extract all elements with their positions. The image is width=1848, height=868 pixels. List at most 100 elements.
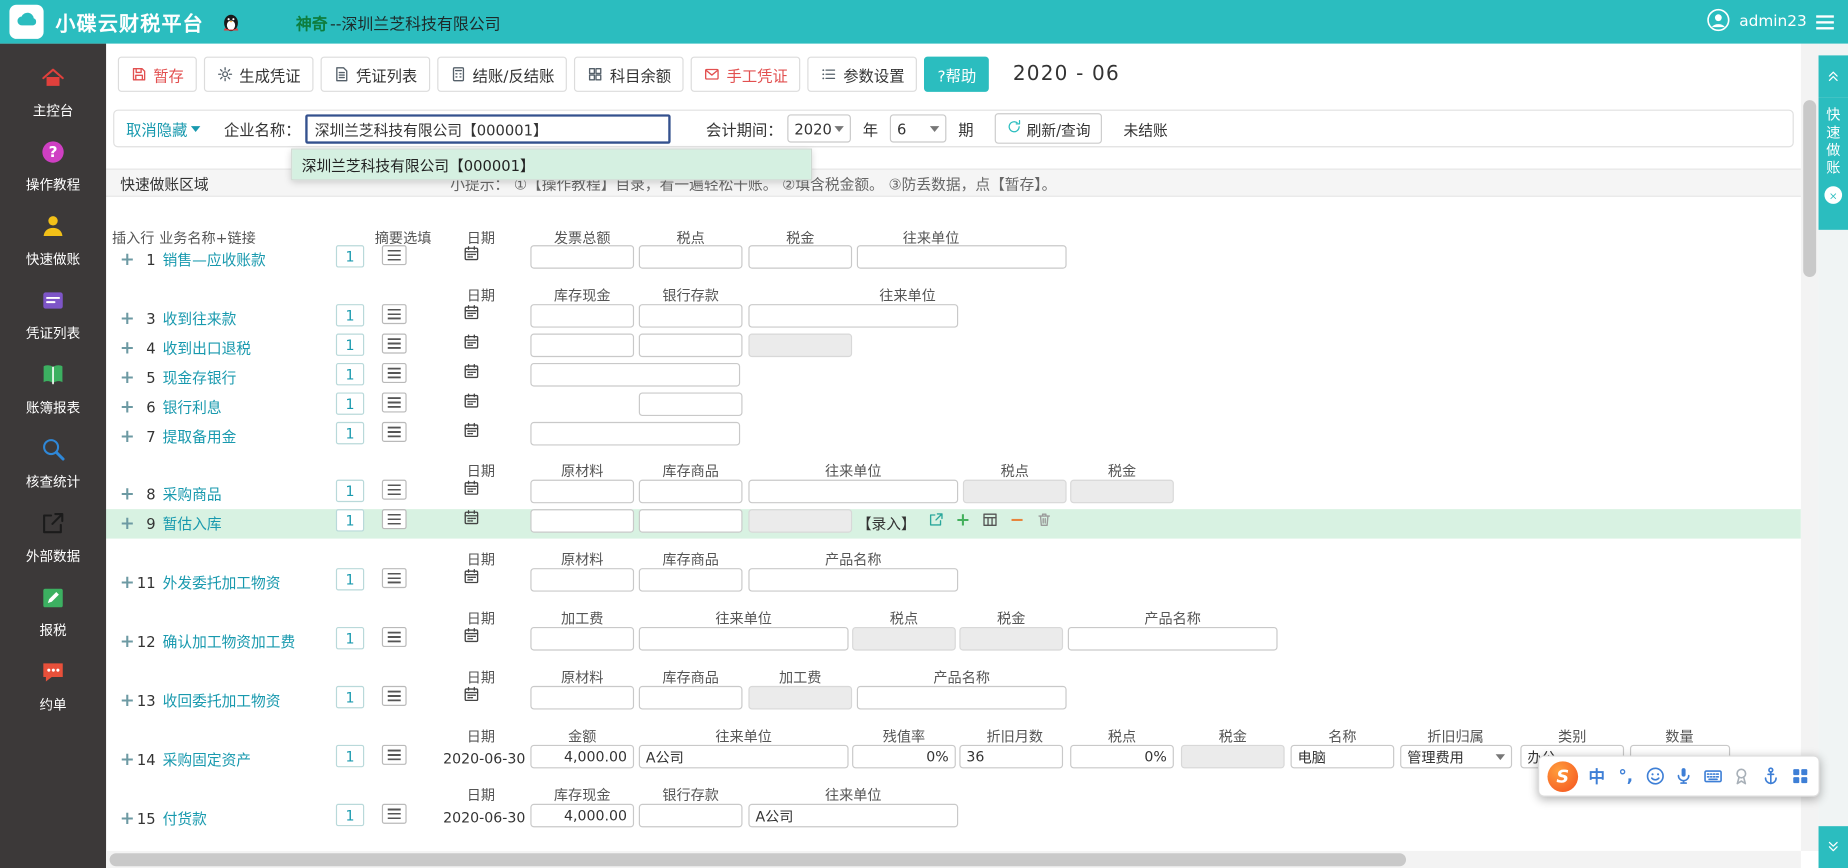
- quick-panel-tab[interactable]: 快速做账: [1819, 98, 1848, 230]
- summary-menu-button[interactable]: [382, 363, 407, 383]
- scroll-bottom-button[interactable]: [1819, 826, 1848, 868]
- cell-input[interactable]: [530, 686, 634, 710]
- export-icon[interactable]: [925, 509, 946, 530]
- cell-input[interactable]: [748, 245, 852, 269]
- summary-menu-button[interactable]: [382, 509, 407, 529]
- business-link[interactable]: 付货款: [163, 804, 207, 833]
- ime-voice-button[interactable]: [1673, 766, 1694, 786]
- calendar-icon[interactable]: [463, 334, 480, 351]
- calendar-icon[interactable]: [463, 392, 480, 409]
- ime-toolbox-button[interactable]: [1760, 766, 1781, 786]
- business-link[interactable]: 收到出口退税: [163, 334, 251, 363]
- summary-menu-button[interactable]: [382, 480, 407, 500]
- cell-input[interactable]: [639, 568, 743, 592]
- toolbar-button-subject-balance[interactable]: 科目余额: [574, 57, 684, 92]
- cell-input[interactable]: [639, 334, 743, 358]
- calculator-icon[interactable]: [979, 509, 1000, 530]
- summary-menu-button[interactable]: [382, 745, 407, 765]
- cell-input[interactable]: [530, 245, 634, 269]
- business-link[interactable]: 提取备用金: [163, 422, 237, 451]
- sidebar-item-order[interactable]: 约单: [0, 649, 106, 723]
- cell-input[interactable]: 4,000.00: [530, 804, 634, 828]
- sidebar-item-ledger-report[interactable]: 账簿报表: [0, 352, 106, 426]
- cell-input[interactable]: A公司: [748, 804, 958, 828]
- count-box[interactable]: 1: [336, 392, 364, 414]
- delete-icon[interactable]: [1034, 509, 1055, 530]
- cell-input[interactable]: 0%: [852, 745, 956, 769]
- calendar-icon[interactable]: [463, 422, 480, 439]
- summary-menu-button[interactable]: [382, 686, 407, 706]
- cell-input[interactable]: [639, 304, 743, 328]
- sidebar-item-tax-filing[interactable]: 报税: [0, 575, 106, 649]
- toolbar-button-help[interactable]: ?帮助: [925, 57, 990, 92]
- qq-icon[interactable]: [220, 11, 241, 32]
- calendar-icon[interactable]: [463, 304, 480, 321]
- vertical-scrollbar[interactable]: [1801, 44, 1819, 851]
- ime-keyboard-button[interactable]: [1702, 766, 1723, 786]
- ime-sogou-logo[interactable]: S: [1547, 761, 1578, 792]
- toolbar-button-settings[interactable]: 参数设置: [808, 57, 918, 92]
- count-box[interactable]: 1: [336, 480, 364, 502]
- cell-input[interactable]: [748, 480, 958, 504]
- business-link[interactable]: 银行利息: [163, 392, 222, 421]
- count-box[interactable]: 1: [336, 804, 364, 826]
- add-row-icon[interactable]: +: [952, 509, 973, 530]
- cell-input-disabled[interactable]: [1070, 480, 1174, 504]
- cell-input-disabled[interactable]: [748, 509, 852, 533]
- app-logo[interactable]: [9, 5, 43, 39]
- calendar-icon[interactable]: [463, 627, 480, 644]
- sidebar-item-dashboard[interactable]: 主控台: [0, 55, 106, 129]
- business-link[interactable]: 外发委托加工物资: [163, 568, 281, 597]
- cell-input[interactable]: [639, 627, 849, 651]
- cell-input[interactable]: [857, 245, 1067, 269]
- cell-input[interactable]: [530, 509, 634, 533]
- cell-input[interactable]: [639, 509, 743, 533]
- toolbar-button-closing[interactable]: 结账/反结账: [437, 57, 567, 92]
- cell-input-disabled[interactable]: [963, 480, 1067, 504]
- cell-input[interactable]: [639, 392, 743, 416]
- business-link[interactable]: 收到往来款: [163, 304, 237, 333]
- business-link[interactable]: 暂估入库: [163, 509, 222, 538]
- cell-input[interactable]: [639, 686, 743, 710]
- month-select[interactable]: 6: [890, 114, 947, 142]
- cell-input[interactable]: [857, 686, 1067, 710]
- calendar-icon[interactable]: [463, 363, 480, 379]
- cell-input-disabled[interactable]: [959, 627, 1063, 651]
- summary-menu-button[interactable]: [382, 627, 407, 647]
- count-box[interactable]: 1: [336, 363, 364, 385]
- count-box[interactable]: 1: [336, 422, 364, 444]
- cell-input[interactable]: [530, 304, 634, 328]
- business-link[interactable]: 销售—应收账款: [163, 245, 266, 274]
- cell-input[interactable]: [748, 304, 958, 328]
- cell-input[interactable]: [530, 363, 740, 387]
- ime-lang-button[interactable]: 中: [1586, 764, 1607, 788]
- year-select[interactable]: 2020: [787, 114, 851, 142]
- cell-input[interactable]: 36: [959, 745, 1063, 769]
- scroll-top-button[interactable]: [1819, 55, 1848, 97]
- business-link[interactable]: 收回委托加工物资: [163, 686, 281, 715]
- summary-menu-button[interactable]: [382, 245, 407, 265]
- hscroll-thumb[interactable]: [110, 853, 1406, 866]
- menu-icon[interactable]: [1816, 15, 1834, 29]
- summary-menu-button[interactable]: [382, 422, 407, 442]
- cell-input[interactable]: [530, 627, 634, 651]
- ime-apps-button[interactable]: [1790, 766, 1811, 786]
- count-box[interactable]: 1: [336, 304, 364, 326]
- toolbar-button-manual-voucher[interactable]: 手工凭证: [691, 57, 801, 92]
- dropdown-item[interactable]: 深圳兰芝科技有限公司【000001】: [292, 150, 811, 179]
- toolbar-button-generate-voucher[interactable]: 生成凭证: [204, 57, 314, 92]
- count-box[interactable]: 1: [336, 627, 364, 649]
- cell-input[interactable]: 0%: [1070, 745, 1174, 769]
- ime-emoji-button[interactable]: [1644, 766, 1665, 786]
- count-box[interactable]: 1: [336, 509, 364, 531]
- refresh-button[interactable]: 刷新/查询: [995, 113, 1103, 144]
- business-link[interactable]: 采购固定资产: [163, 745, 251, 774]
- vscroll-thumb[interactable]: [1803, 100, 1816, 277]
- category-select[interactable]: 管理费用: [1400, 745, 1512, 769]
- summary-menu-button[interactable]: [382, 304, 407, 324]
- summary-menu-button[interactable]: [382, 568, 407, 588]
- cell-input[interactable]: 4,000.00: [530, 745, 634, 769]
- cell-input[interactable]: [530, 422, 740, 446]
- cell-input-disabled[interactable]: [748, 334, 852, 358]
- sidebar-item-external-data[interactable]: 外部数据: [0, 501, 106, 575]
